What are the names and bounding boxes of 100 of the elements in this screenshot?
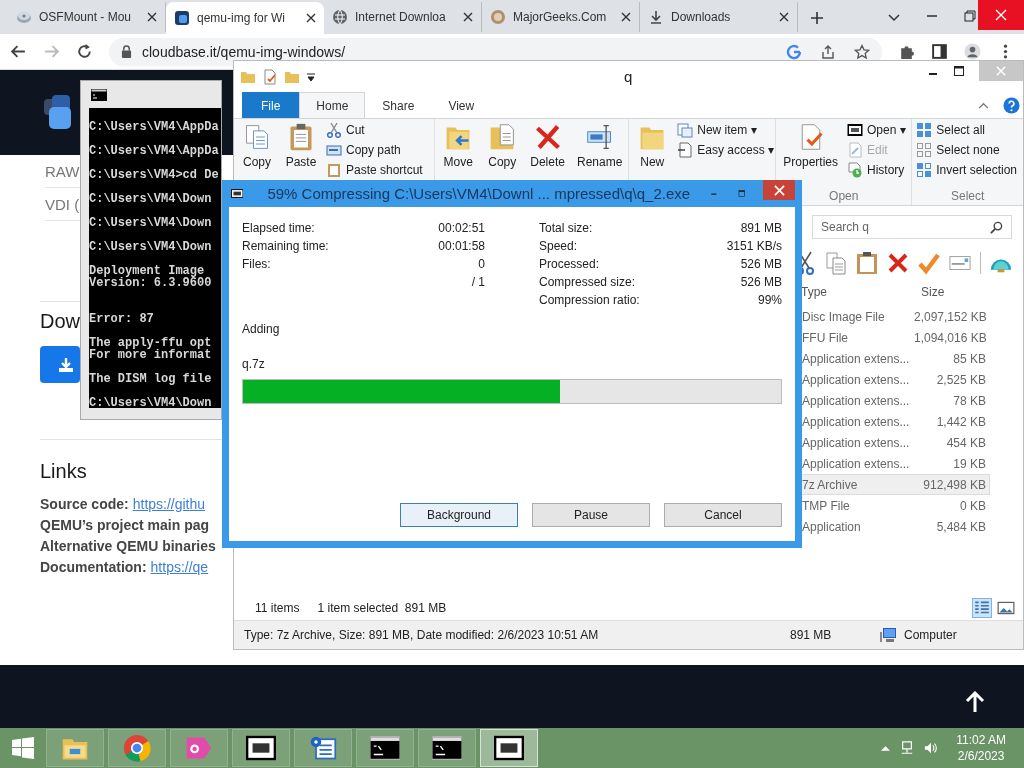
ribbon-button[interactable]: Copy: [238, 121, 276, 171]
ribbon-button[interactable]: Invert selection: [916, 161, 1019, 178]
reload-icon[interactable]: [76, 43, 93, 60]
link[interactable]: https://qe: [150, 559, 209, 580]
puzzle-icon[interactable]: [898, 43, 915, 60]
star-icon[interactable]: [854, 43, 870, 60]
link[interactable]: https://githu: [132, 496, 206, 517]
file-row[interactable]: Application extens... 2,525 KB: [800, 369, 990, 390]
details-view-icon[interactable]: [973, 599, 991, 617]
console-line: For more informat: [89, 349, 213, 361]
search-field[interactable]: Search q: [812, 215, 1012, 239]
close-button[interactable]: [763, 180, 795, 200]
dialog-button[interactable]: Background: [400, 503, 518, 527]
chevron-down-icon[interactable]: [888, 14, 900, 22]
column-header[interactable]: Size: [913, 285, 993, 299]
avatar-icon[interactable]: [964, 43, 981, 60]
stat-value: 00:01:58: [438, 239, 485, 255]
column-header[interactable]: Type: [800, 285, 913, 299]
window-title: 59% Compressing C:\Users\VM4\Downl ... mpressed\q\q_2.exe: [267, 185, 691, 202]
ribbon-button[interactable]: History: [847, 161, 908, 178]
ribbon-button[interactable]: Copy: [483, 121, 522, 171]
taskbar-button[interactable]: [356, 729, 414, 767]
ribbon-button[interactable]: Properties: [780, 121, 841, 171]
taskbar-button[interactable]: [418, 729, 476, 767]
new-item-icon: [677, 121, 694, 138]
dialog-button[interactable]: Pause: [532, 503, 650, 527]
close-icon[interactable]: [147, 12, 157, 22]
ribbon-button[interactable]: Open ▾: [847, 121, 908, 138]
archive-icon: [847, 121, 863, 138]
search-icon[interactable]: [990, 221, 1003, 234]
thumbnail-view-icon[interactable]: [997, 599, 1015, 617]
ribbon-button[interactable]: Rename: [573, 121, 626, 171]
nav-link[interactable]: RAW: [45, 162, 80, 180]
ribbon-button[interactable]: Paste shortcut: [326, 161, 425, 178]
file-row[interactable]: Application extens... 1,442 KB: [800, 411, 990, 432]
file-row[interactable]: TMP File 0 KB: [800, 495, 990, 516]
sidebar-icon[interactable]: [931, 43, 948, 60]
restore-icon[interactable]: [964, 10, 976, 22]
checkmark-icon[interactable]: [918, 251, 940, 275]
ribbon-button[interactable]: Copy path: [326, 141, 425, 158]
collapse-icon[interactable]: [978, 101, 989, 109]
maximize-icon[interactable]: [953, 65, 965, 77]
close-icon[interactable]: [306, 13, 316, 23]
nav-link[interactable]: VDI (: [45, 195, 80, 213]
console-line: C:\Users\VM4\Down: [89, 241, 213, 253]
file-row[interactable]: Application extens... 454 KB: [800, 432, 990, 453]
ribbon-button[interactable]: Cut: [326, 121, 425, 138]
browser-tab[interactable]: Downloads: [640, 2, 798, 32]
ribbon-button[interactable]: New: [633, 121, 672, 171]
file-row[interactable]: 7z Archive 912,498 KB: [800, 474, 990, 495]
google-icon[interactable]: [786, 43, 802, 60]
delete-icon[interactable]: [887, 251, 909, 275]
dropdown-icon[interactable]: [306, 71, 316, 82]
windows-logo-icon[interactable]: [12, 737, 34, 759]
ribbon-button[interactable]: New item ▾: [677, 121, 776, 138]
ribbon-button[interactable]: Paste: [282, 121, 320, 171]
share-icon[interactable]: [820, 43, 836, 60]
ribbon-button[interactable]: Easy access ▾: [677, 141, 776, 158]
browser-tab[interactable]: qemu-img for Wi: [166, 2, 324, 34]
file-row[interactable]: Application extens... 85 KB: [800, 348, 990, 369]
section-heading: Dow: [40, 310, 80, 334]
close-icon[interactable]: [621, 12, 631, 22]
console-icon: [432, 734, 462, 762]
ribbon-button[interactable]: Delete: [527, 121, 568, 171]
plus-icon[interactable]: [810, 11, 824, 25]
ribbon-tab[interactable]: Share: [365, 92, 432, 118]
action-label: Adding: [242, 322, 281, 336]
browser-tab[interactable]: Internet Downloa: [324, 2, 482, 32]
clock[interactable]: 11:02 AM 2/6/2023: [956, 732, 1006, 764]
properties-icon[interactable]: [262, 68, 278, 85]
browser-tab[interactable]: MajorGeeks.Com: [482, 2, 640, 32]
close-icon[interactable]: [779, 12, 789, 22]
ribbon-tab[interactable]: File: [242, 92, 300, 118]
stat-label: Speed:: [539, 239, 578, 255]
taskbar-button[interactable]: [232, 729, 290, 767]
speaker-icon[interactable]: [924, 741, 939, 755]
download-button[interactable]: [40, 346, 80, 383]
network-icon[interactable]: [900, 741, 915, 755]
close-icon[interactable]: [463, 12, 473, 22]
window-title: q: [624, 68, 633, 85]
help-icon[interactable]: [1003, 96, 1020, 114]
ribbon-button[interactable]: Move: [439, 121, 478, 171]
ribbon-tab[interactable]: View: [431, 92, 492, 118]
file-row[interactable]: Application 5,484 KB: [800, 516, 990, 537]
ribbon-button[interactable]: Select none: [916, 141, 1019, 158]
file-row[interactable]: Application extens... 78 KB: [800, 390, 990, 411]
file-row[interactable]: Disc Image File 2,097,152 KB: [800, 306, 990, 327]
taskbar-button[interactable]: [480, 729, 538, 767]
file-row[interactable]: FFU File 1,094,016 KB: [800, 327, 990, 348]
chevron-up-icon[interactable]: [881, 745, 891, 751]
clipboard-icon[interactable]: [856, 251, 878, 275]
file-row[interactable]: Application extens... 19 KB: [800, 453, 990, 474]
back-icon[interactable]: [10, 43, 27, 60]
stat-value: 0: [478, 257, 485, 273]
ribbon-tab[interactable]: Home: [299, 92, 366, 118]
stat-label: Compression ratio:: [539, 293, 640, 309]
dialog-button[interactable]: Cancel: [664, 503, 782, 527]
tab-title: Downloads: [671, 10, 732, 24]
ribbon-button[interactable]: Select all: [916, 121, 1019, 138]
download-icon: [58, 356, 74, 373]
